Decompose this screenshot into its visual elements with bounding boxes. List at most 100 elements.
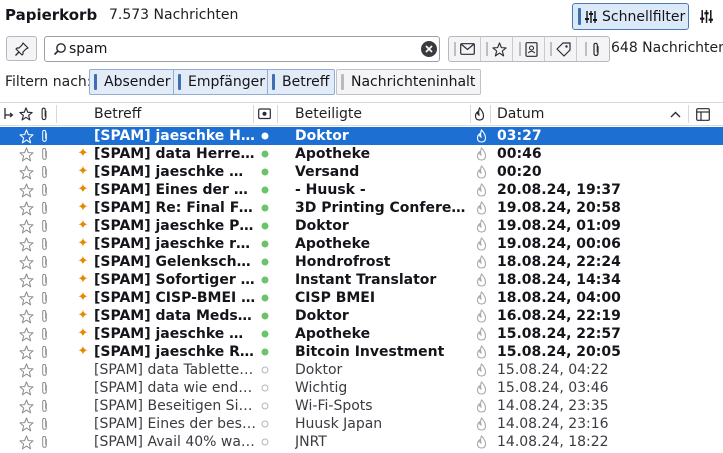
- message-row[interactable]: [SPAM] Beseitigen Sie Ihre Wi-Fi-Spots 14.…: [0, 397, 723, 415]
- column-picker-button[interactable]: [696, 103, 710, 125]
- filter-starred-button[interactable]: [481, 37, 513, 61]
- spam-status-icon[interactable]: [473, 181, 489, 199]
- spam-status-icon[interactable]: [473, 199, 489, 217]
- message-row[interactable]: ✦ [SPAM] jaeschke Medikamente Apotheke 15.0…: [0, 325, 723, 343]
- star-toggle[interactable]: [18, 289, 34, 307]
- read-status-icon[interactable]: [258, 433, 272, 451]
- date-column-header[interactable]: Datum: [497, 103, 544, 125]
- filter-attachment-button[interactable]: [577, 37, 609, 61]
- junk-marker-icon: ✦: [77, 290, 89, 305]
- message-row[interactable]: ✦ [SPAM] jaeschke rezeptfrei Apotheke 19.08…: [0, 235, 723, 253]
- read-status-icon[interactable]: [258, 127, 272, 145]
- message-row[interactable]: ✦ [SPAM] CISP-BMEI 2024 CISP BMEI 18.08.24,…: [0, 289, 723, 307]
- message-row[interactable]: [SPAM] jaeschke Herren... Doktor 03:27: [0, 127, 723, 145]
- read-status-icon[interactable]: [258, 325, 272, 343]
- star-toggle[interactable]: [18, 235, 34, 253]
- spam-status-icon[interactable]: [473, 343, 489, 361]
- spam-status-icon[interactable]: [473, 289, 489, 307]
- read-status-icon[interactable]: [258, 271, 272, 289]
- correspondents-column-header[interactable]: Beteiligte: [295, 103, 362, 125]
- message-row[interactable]: [SPAM] Avail 40% waiver JNRT 14.08.24, 18:…: [0, 433, 723, 451]
- star-toggle[interactable]: [18, 397, 34, 415]
- spam-status-icon[interactable]: [473, 145, 489, 163]
- read-status-icon[interactable]: [258, 379, 272, 397]
- spam-status-icon[interactable]: [473, 253, 489, 271]
- filter-recipient-button[interactable]: Empfänger: [173, 69, 272, 95]
- search-box[interactable]: [44, 36, 440, 62]
- attachment-column-header[interactable]: [39, 103, 49, 125]
- display-options-button[interactable]: [695, 5, 717, 27]
- star-toggle[interactable]: [18, 145, 34, 163]
- read-status-icon[interactable]: [258, 343, 272, 361]
- spam-status-icon[interactable]: [473, 127, 489, 145]
- message-row[interactable]: ✦ [SPAM] Sofortiger zweiter Instant Transl…: [0, 271, 723, 289]
- read-status-column-header[interactable]: [258, 103, 271, 125]
- star-toggle[interactable]: [18, 343, 34, 361]
- spam-status-icon[interactable]: [473, 415, 489, 433]
- spam-column-header[interactable]: [474, 103, 485, 125]
- filter-unread-button[interactable]: [449, 37, 481, 61]
- filter-body-button[interactable]: Nachrichteninhalt: [336, 69, 482, 95]
- star-toggle[interactable]: [18, 127, 34, 145]
- star-toggle[interactable]: [18, 163, 34, 181]
- read-status-icon[interactable]: [258, 307, 272, 325]
- read-status-icon[interactable]: [258, 181, 272, 199]
- star-toggle[interactable]: [18, 361, 34, 379]
- message-row[interactable]: ✦ [SPAM] data Meds online Doktor 16.08.24, …: [0, 307, 723, 325]
- star-toggle[interactable]: [18, 253, 34, 271]
- spam-status-icon[interactable]: [473, 325, 489, 343]
- star-toggle[interactable]: [18, 307, 34, 325]
- message-row[interactable]: ✦ [SPAM] Eines der besten - Huusk - 20.08.2…: [0, 181, 723, 199]
- read-status-icon[interactable]: [258, 415, 272, 433]
- read-status-icon[interactable]: [258, 289, 272, 307]
- read-status-icon[interactable]: [258, 361, 272, 379]
- message-row[interactable]: ✦ [SPAM] data Herren-Potenz Apotheke 00:46: [0, 145, 723, 163]
- message-row[interactable]: ✦ [SPAM] jaeschke Re: Bitcoin Bitcoin Inve…: [0, 343, 723, 361]
- message-row[interactable]: ✦ [SPAM] Gelenkschmerzen Hondrofrost 18.08.…: [0, 253, 723, 271]
- thread-column-header[interactable]: [3, 103, 15, 125]
- junk-marker-icon: ✦: [77, 236, 89, 251]
- sticky-filter-button[interactable]: [6, 36, 37, 61]
- starred-column-header[interactable]: [19, 103, 33, 125]
- toggle-indicator: [272, 74, 275, 90]
- spam-status-icon[interactable]: [473, 271, 489, 289]
- read-status-icon[interactable]: [258, 217, 272, 235]
- star-toggle[interactable]: [18, 199, 34, 217]
- star-toggle[interactable]: [18, 217, 34, 235]
- message-row[interactable]: [SPAM] Eines der besten Huusk Japan 14.08.…: [0, 415, 723, 433]
- read-status-icon[interactable]: [258, 199, 272, 217]
- filter-sender-button[interactable]: Absender: [89, 69, 177, 95]
- star-toggle[interactable]: [18, 415, 34, 433]
- star-toggle[interactable]: [18, 325, 34, 343]
- read-status-icon[interactable]: [258, 397, 272, 415]
- read-status-icon[interactable]: [258, 145, 272, 163]
- message-date: 14.08.24, 18:22: [497, 434, 609, 450]
- star-toggle[interactable]: [18, 433, 34, 451]
- quickfilter-button[interactable]: Schnellfilter: [572, 3, 689, 30]
- spam-status-icon[interactable]: [473, 361, 489, 379]
- read-status-icon[interactable]: [258, 163, 272, 181]
- subject-column-header[interactable]: Betreff: [94, 103, 141, 125]
- spam-status-icon[interactable]: [473, 217, 489, 235]
- spam-status-icon[interactable]: [473, 397, 489, 415]
- clear-search-icon[interactable]: [421, 41, 437, 57]
- search-input[interactable]: [69, 39, 409, 59]
- read-status-icon[interactable]: [258, 253, 272, 271]
- spam-status-icon[interactable]: [473, 307, 489, 325]
- star-toggle[interactable]: [18, 379, 34, 397]
- filter-subject-button[interactable]: Betreff: [267, 69, 336, 95]
- read-status-icon[interactable]: [258, 235, 272, 253]
- star-toggle[interactable]: [18, 181, 34, 199]
- message-row[interactable]: [SPAM] data wie endlich Wichtig 15.08.24, …: [0, 379, 723, 397]
- spam-status-icon[interactable]: [473, 163, 489, 181]
- filter-contacts-button[interactable]: [513, 37, 545, 61]
- spam-status-icon[interactable]: [473, 235, 489, 253]
- star-toggle[interactable]: [18, 271, 34, 289]
- message-row[interactable]: ✦ [SPAM] jaeschke Medikamente Versand 00:20: [0, 163, 723, 181]
- message-row[interactable]: ✦ [SPAM] jaeschke Pillen online Doktor 19.0…: [0, 217, 723, 235]
- spam-status-icon[interactable]: [473, 433, 489, 451]
- filter-tags-button[interactable]: [545, 37, 577, 61]
- spam-status-icon[interactable]: [473, 379, 489, 397]
- message-row[interactable]: ✦ [SPAM] Re: Final Follow up 3D Printing C…: [0, 199, 723, 217]
- message-row[interactable]: [SPAM] data Tabletten online Doktor 15.08.…: [0, 361, 723, 379]
